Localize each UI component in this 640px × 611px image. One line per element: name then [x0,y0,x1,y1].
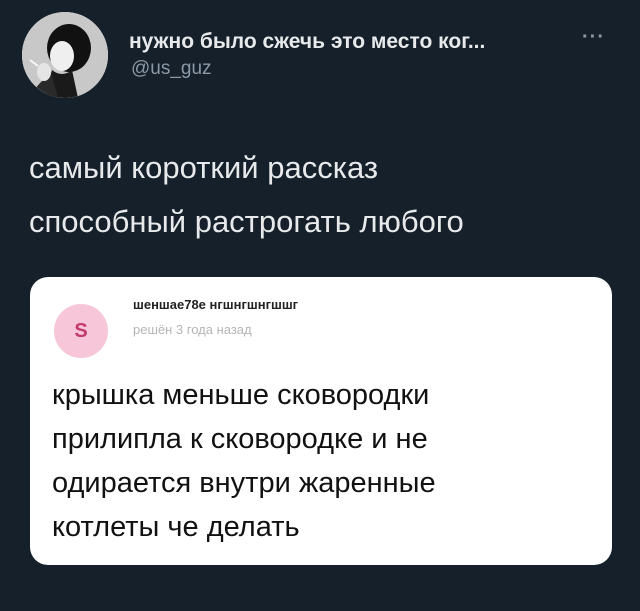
post-author-avatar: S [54,304,108,358]
user-handle[interactable]: @us_guz [131,58,212,80]
post-timestamp: решён 3 года назад [133,322,252,337]
more-options-icon[interactable]: ··· [582,26,605,49]
post-text-line: котлеты че делать [52,511,300,543]
display-name[interactable]: нужно было сжечь это место ког... [129,30,485,54]
post-text-line: крышка меньше сковородки [52,379,430,411]
post-text-line: прилипла к сковородке и не [52,423,428,455]
embedded-post-card[interactable]: S шеншае78е нгшнгшнгшшг решён 3 года наз… [30,277,612,565]
tweet-text-line: способный растрогать любого [29,204,464,239]
post-text: крышка меньше сковородки прилипла к сков… [52,373,592,549]
tweet-text: самый короткий рассказ способный растрог… [29,141,609,249]
post-text-line: одирается внутри жаренные [52,467,436,499]
avatar-photo [22,12,108,98]
post-author-username: шеншае78е нгшнгшнгшшг [133,297,299,312]
avatar[interactable] [22,12,108,98]
tweet-text-line: самый короткий рассказ [29,150,379,185]
